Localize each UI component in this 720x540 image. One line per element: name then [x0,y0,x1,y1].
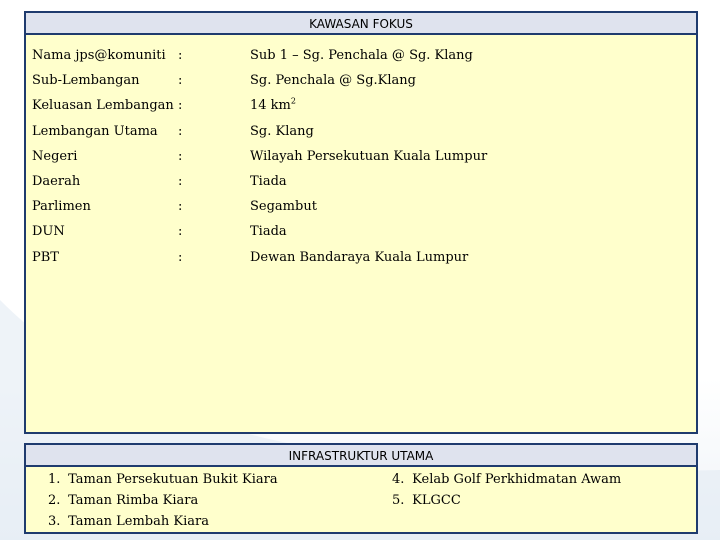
row-separator: : [178,48,183,63]
list-item-text: Taman Rimba Kiara [68,493,199,508]
row-separator: : [178,174,183,189]
row-label: Lembangan Utama [32,124,158,139]
list-item: 2. Taman Rimba Kiara [48,490,278,511]
row-value: Wilayah Persekutuan Kuala Lumpur [250,149,488,164]
row-label: Sub-Lembangan [32,73,140,88]
row-separator: : [178,250,183,265]
row-separator: : [178,124,183,139]
row-separator: : [178,149,183,164]
list-item-text: Taman Lembah Kiara [68,514,209,529]
row-value-wrap: 14 km2 [250,97,296,115]
infrastruktur-utama-panel: INFRASTRUKTUR UTAMA 1. Taman Persekutuan… [24,443,698,534]
list-item-text: Taman Persekutuan Bukit Kiara [68,472,278,487]
row-value: Sg. Penchala @ Sg.Klang [250,73,416,88]
infra-list-right: 4. Kelab Golf Perkhidmatan Awam 5. KLGCC [392,469,621,511]
infrastruktur-utama-title: INFRASTRUKTUR UTAMA [26,445,696,467]
kawasan-fokus-title: KAWASAN FOKUS [26,13,696,35]
row-value: Dewan Bandaraya Kuala Lumpur [250,250,469,265]
row-value: Tiada [250,174,287,189]
row-value: Sg. Klang [250,124,314,139]
row-separator: : [178,224,183,239]
row-value: Tiada [250,224,287,239]
row-label: Nama jps@komuniti [32,48,166,63]
list-item-text: Kelab Golf Perkhidmatan Awam [412,472,622,487]
row-value: 14 km [250,98,291,113]
row-separator: : [178,73,183,88]
list-item: 5. KLGCC [392,490,621,511]
row-label: DUN [32,224,65,239]
row-label: Daerah [32,174,81,189]
row-label: Negeri [32,149,78,164]
row-label: Parlimen [32,199,91,214]
row-separator: : [178,199,183,214]
list-item-number: 3. [48,514,61,529]
row-label: PBT [32,250,59,265]
list-item-number: 2. [48,493,61,508]
infra-list-left: 1. Taman Persekutuan Bukit Kiara 2. Tama… [48,469,278,532]
list-item: 3. Taman Lembah Kiara [48,511,278,532]
row-value-superscript: 2 [290,96,296,106]
list-item-number: 1. [48,472,61,487]
row-separator: : [178,98,183,113]
kawasan-fokus-panel: KAWASAN FOKUS Nama jps@komuniti : Sub 1 … [24,11,698,434]
row-value: Segambut [250,199,317,214]
list-item-number: 4. [392,472,405,487]
list-item: 4. Kelab Golf Perkhidmatan Awam [392,469,621,490]
list-item-number: 5. [392,493,405,508]
row-value: Sub 1 – Sg. Penchala @ Sg. Klang [250,48,473,63]
list-item-text: KLGCC [412,493,461,508]
list-item: 1. Taman Persekutuan Bukit Kiara [48,469,278,490]
row-label: Keluasan Lembangan [32,98,174,113]
